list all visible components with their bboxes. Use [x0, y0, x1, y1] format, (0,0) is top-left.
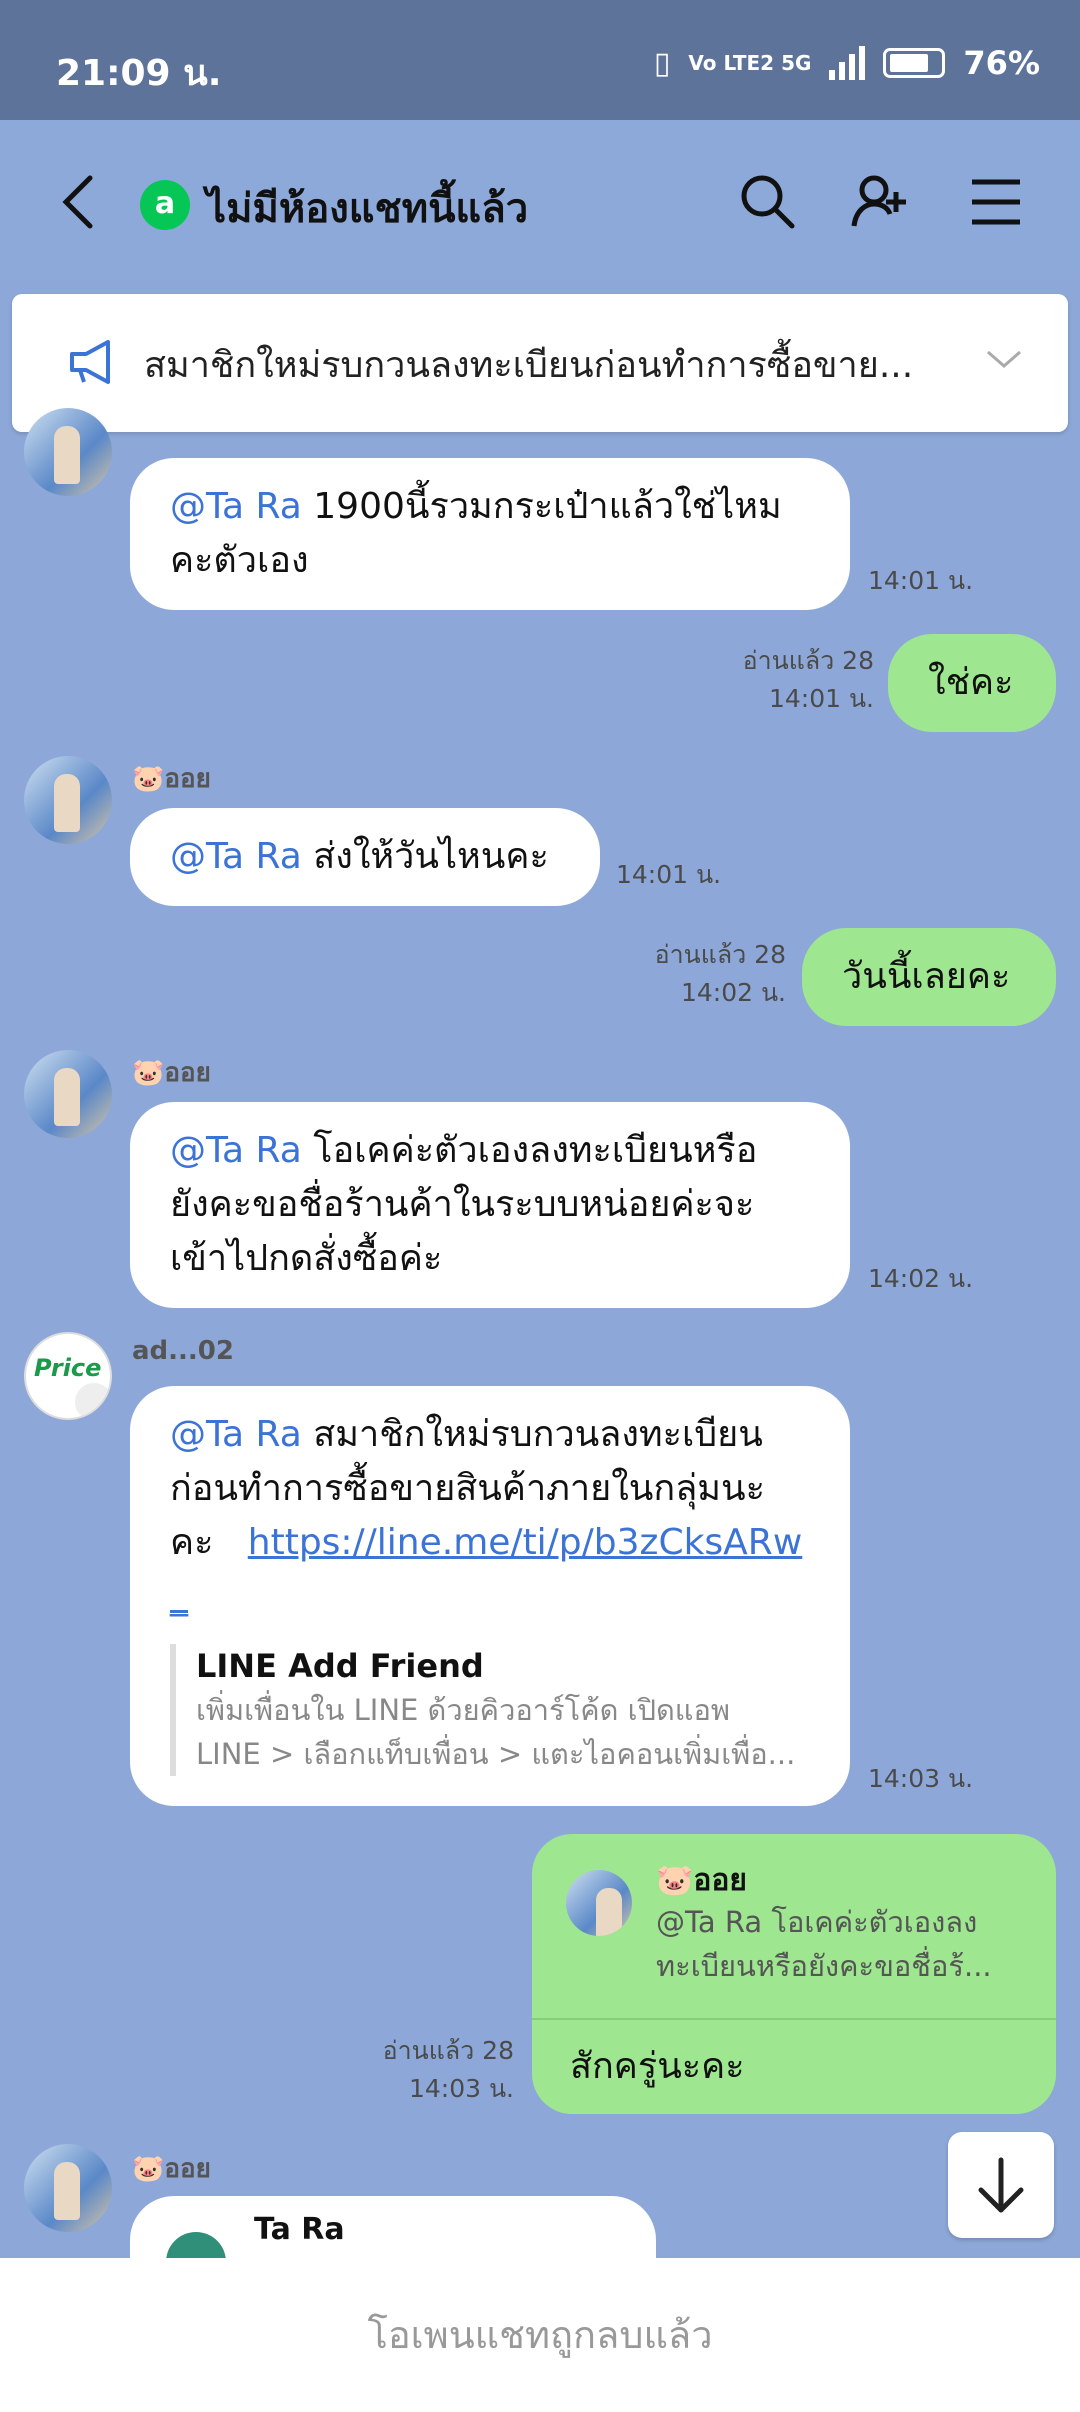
vibrate-icon: ▯	[653, 45, 671, 81]
mention[interactable]: @Ta Ra	[170, 836, 302, 877]
quoted-line: @Ta Ra โอเคค่ะตัวเองลง	[656, 1905, 978, 1939]
mention[interactable]: @Ta Ra	[170, 1130, 302, 1171]
avatar[interactable]	[24, 756, 112, 844]
message-text: โอเคค่ะตัวเองลงทะเบียนหรือ	[301, 1130, 758, 1171]
message-line: @Ta Ra สมาชิกใหม่รบกวนลงทะเบียน	[170, 1408, 810, 1462]
read-count: อ่านแล้ว 28	[382, 2036, 514, 2065]
mention[interactable]: @Ta Ra	[170, 1414, 302, 1455]
sender-name: ad...02	[132, 1336, 234, 1366]
network-label: Vo LTE2 5G	[688, 51, 812, 75]
message-line: ก่อนทำการซื้อขายสินค้าภายในกลุ่มนะ	[170, 1468, 765, 1509]
arrow-down-icon	[978, 2157, 1024, 2213]
avatar[interactable]	[24, 1050, 112, 1138]
message-line: เข้าไปกดสั่งซื้อค่ะ	[170, 1238, 443, 1279]
status-icons: ▯ Vo LTE2 5G 76%	[654, 44, 1040, 82]
message-text: สักครู่นะคะ	[570, 2046, 745, 2087]
message-text: ใช่คะ	[928, 662, 1014, 703]
sender-name: 🐷ออย	[132, 1058, 211, 1088]
message-line: @Ta Ra โอเคค่ะตัวเองลงทะเบียนหรือ	[170, 1124, 810, 1178]
message-bubble[interactable]: @Ta Ra 1900นี้รวมกระเป๋าแล้วใช่ไหม คะตัว…	[130, 458, 850, 610]
message-line: ยังคะขอชื่อร้านค้าในระบบหน่อยค่ะจะ	[170, 1184, 755, 1225]
back-arrow-icon[interactable]	[56, 172, 100, 232]
message-link-tail[interactable]: _	[170, 1570, 810, 1624]
message-time: 14:03 น.	[868, 1764, 974, 1793]
message-time: 14:01 น.	[768, 684, 874, 713]
chat-title: ไม่มีห้องแชทนี้แล้ว	[206, 186, 529, 232]
avatar-logo-text: Price	[34, 1354, 102, 1382]
crown-icon	[72, 1380, 110, 1418]
quoted-message[interactable]: 🐷ออย @Ta Ra โอเคค่ะตัวเองลง ทะเบียนหรือย…	[532, 1834, 1056, 2020]
message-bubble[interactable]: @Ta Ra ส่งให้วันไหนคะ	[130, 808, 600, 906]
avatar[interactable]	[24, 2144, 112, 2232]
battery-icon	[883, 48, 946, 78]
message-text: คะ	[170, 1522, 214, 1563]
message-bubble[interactable]: @Ta Ra โอเคค่ะตัวเองลงทะเบียนหรือ ยังคะข…	[130, 1102, 850, 1308]
read-count: อ่านแล้ว 28	[742, 646, 874, 675]
link-preview[interactable]: LINE Add Friend เพิ่มเพื่อนใน LINE ด้วยค…	[170, 1644, 810, 1776]
read-count: อ่านแล้ว 28	[654, 940, 786, 969]
message-bubble[interactable]: @Ta Ra สมาชิกใหม่รบกวนลงทะเบียน ก่อนทำกา…	[130, 1386, 850, 1806]
mention[interactable]: @Ta Ra	[170, 486, 302, 527]
sender-name: 🐷ออย	[132, 2154, 211, 2184]
link-preview-title: LINE Add Friend	[196, 1647, 484, 1685]
chevron-down-icon[interactable]	[984, 344, 1024, 374]
message-time: 14:03 น.	[408, 2074, 514, 2103]
signal-icon	[829, 46, 866, 80]
search-icon[interactable]	[736, 170, 800, 234]
message-text: @Ta Ra 1900นี้รวมกระเป๋าแล้วใช่ไหม	[170, 480, 810, 534]
my-message-bubble[interactable]: ใช่คะ	[888, 634, 1056, 732]
sender-name: 🐷ออย	[132, 764, 211, 794]
message-time: 14:02 น.	[680, 978, 786, 1007]
menu-icon[interactable]	[964, 170, 1028, 234]
message-line: คะตัวเอง	[170, 540, 309, 581]
link-preview-desc: LINE > เลือกแท็บเพื่อน > แตะไอคอนเพิ่มเพ…	[196, 1737, 796, 1771]
message-link[interactable]: https://line.me/ti/p/b3zCksARw	[248, 1522, 803, 1563]
my-reply-bubble[interactable]: 🐷ออย @Ta Ra โอเคค่ะตัวเองลง ทะเบียนหรือย…	[532, 1834, 1056, 2114]
megaphone-icon	[70, 340, 110, 384]
scroll-to-bottom-button[interactable]	[948, 2132, 1054, 2238]
quoted-sender: Ta Ra	[254, 2212, 345, 2247]
message-line: 1900นี้รวมกระเป๋าแล้วใช่ไหม	[301, 486, 782, 527]
my-message-bubble[interactable]: วันนี้เลยคะ	[802, 928, 1056, 1026]
message-bubble[interactable]: Ta Ra	[130, 2196, 656, 2258]
status-time: 21:09 น.	[56, 53, 222, 94]
battery-level: 76%	[963, 44, 1040, 82]
avatar[interactable]	[24, 408, 112, 496]
message-text: ส่งให้วันไหนคะ	[301, 836, 549, 877]
link-preview-desc: เพิ่มเพื่อนใน LINE ด้วยคิวอาร์โค้ด เปิดแ…	[196, 1693, 731, 1727]
message-time: 14:01 น.	[616, 860, 722, 889]
openchat-icon: a	[140, 180, 190, 230]
read-receipt: อ่านแล้ว 28 14:02 น.	[612, 936, 786, 1012]
message-time: 14:01 น.	[868, 566, 974, 595]
announcement-banner[interactable]: สมาชิกใหม่รบกวนลงทะเบียนก่อนทำการซื้อขาย…	[12, 294, 1068, 432]
avatar	[166, 2232, 226, 2258]
status-bar: 21:09 น. ▯ Vo LTE2 5G 76%	[0, 0, 1080, 120]
message-line: คะ https://line.me/ti/p/b3zCksARw	[170, 1516, 810, 1570]
add-friend-icon[interactable]	[848, 170, 912, 234]
quoted-line: ทะเบียนหรือยังคะขอชื่อร้...	[656, 1949, 992, 1983]
read-receipt: อ่านแล้ว 28 14:01 น.	[700, 642, 874, 718]
avatar	[566, 1870, 632, 1936]
message-text: วันนี้เลยคะ	[842, 956, 1011, 997]
chat-deleted-notice: โอเพนแชทถูกลบแล้ว	[0, 2258, 1080, 2412]
admin-avatar[interactable]: Price	[24, 1332, 112, 1420]
message-text: สมาชิกใหม่รบกวนลงทะเบียน	[301, 1414, 763, 1455]
announcement-text: สมาชิกใหม่รบกวนลงทะเบียนก่อนทำการซื้อขาย…	[144, 345, 914, 386]
read-receipt: อ่านแล้ว 28 14:03 น.	[340, 2032, 514, 2108]
quoted-text: @Ta Ra โอเคค่ะตัวเองลง ทะเบียนหรือยังคะข…	[656, 1900, 992, 1988]
message-time: 14:02 น.	[868, 1264, 974, 1293]
chat-header: a ไม่มีห้องแชทนี้แล้ว	[0, 120, 1080, 280]
